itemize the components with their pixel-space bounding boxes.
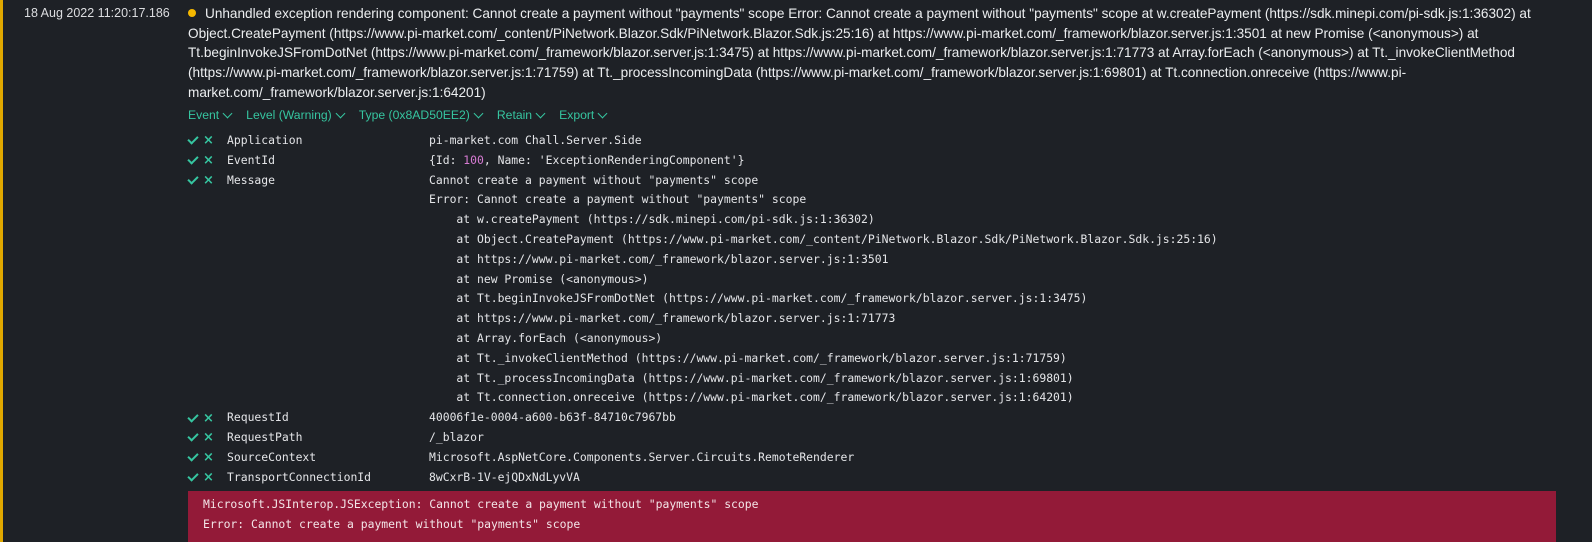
property-row-requestpath: × RequestPath /_blazor (187, 428, 1218, 448)
chevron-down-icon (222, 108, 233, 118)
event-timestamp: 18 Aug 2022 11:20:17.186 (24, 6, 170, 20)
close-icon[interactable]: × (203, 451, 214, 464)
property-value: 8wCxrB-1V-ejQDxNdLyvVA (429, 469, 580, 484)
level-menu-label: Level (Warning) (246, 108, 332, 122)
property-value: pi-market.com Chall.Server.Side (429, 133, 642, 147)
property-row-requestid: × RequestId 40006f1e-0004-a600-b63f-8471… (187, 408, 1218, 428)
close-icon[interactable]: × (203, 174, 214, 187)
exception-line: Error: Cannot create a payment without "… (203, 516, 581, 531)
property-value: Cannot create a payment without "payment… (429, 171, 1218, 409)
chevron-down-icon (597, 108, 608, 118)
message-line: at Tt.connection.onreceive (https://www.… (429, 390, 1074, 405)
exception-block: Microsoft.JSInterop.JSException: Cannot … (188, 491, 1556, 542)
message-line: at Object.CreatePayment (https://www.pi-… (429, 231, 1218, 246)
check-icon[interactable] (187, 470, 199, 482)
property-value: /_blazor (429, 429, 484, 444)
check-icon[interactable] (187, 133, 199, 146)
property-row-transportconnectionid: × TransportConnectionId 8wCxrB-1V-ejQDxN… (187, 468, 1218, 488)
log-event[interactable]: 18 Aug 2022 11:20:17.186 Unhandled excep… (0, 0, 1592, 542)
event-toolbar: Event Level (Warning) Type (0x8AD50EE2) … (188, 108, 608, 122)
eventid-name-string: 'ExceptionRenderingComponent' (538, 152, 738, 167)
message-line: at Tt.beginInvokeJSFromDotNet (https://w… (429, 291, 1088, 306)
level-menu-button[interactable]: Level (Warning) (246, 108, 346, 122)
property-value: Microsoft.AspNetCore.Components.Server.C… (429, 449, 855, 464)
eventid-mid: , Name: (483, 152, 539, 167)
event-properties: × Application pi-market.com Chall.Server… (187, 131, 1218, 488)
property-filter-actions: × (187, 171, 227, 191)
event-menu-button[interactable]: Event (188, 108, 233, 122)
property-row-eventid: × EventId {Id: 100, Name: 'ExceptionRend… (187, 151, 1218, 171)
property-name: SourceContext (227, 449, 317, 464)
event-menu-label: Event (188, 108, 220, 122)
eventid-close: } (737, 152, 745, 167)
property-row-message: × Message Cannot create a payment withou… (187, 171, 1218, 409)
message-line: Error: Cannot create a payment without "… (429, 192, 807, 207)
message-line: at Tt._invokeClientMethod (https://www.p… (429, 350, 1067, 365)
property-value: 40006f1e-0004-a600-b63f-84710c7967bb (429, 410, 676, 425)
message-line: Cannot create a payment without "payment… (429, 172, 759, 187)
property-name: TransportConnectionId (227, 469, 372, 484)
check-icon[interactable] (187, 153, 199, 165)
retain-menu-button[interactable]: Retain (496, 108, 546, 122)
message-line: at w.createPayment (https://sdk.minepi.c… (429, 212, 875, 227)
property-row-application: × Application pi-market.com Chall.Server… (187, 131, 1218, 151)
check-icon[interactable] (187, 410, 199, 423)
message-line: at Array.forEach (<anonymous>) (429, 330, 663, 345)
property-row-sourcecontext: × SourceContext Microsoft.AspNetCore.Com… (187, 448, 1218, 468)
property-filter-actions: × (187, 468, 227, 488)
eventid-id-number: 100 (463, 152, 484, 167)
property-filter-actions: × (187, 408, 227, 428)
message-line: at https://www.pi-market.com/_framework/… (429, 251, 889, 266)
event-message: Unhandled exception rendering component:… (188, 6, 1531, 100)
export-menu-button[interactable]: Export (559, 108, 608, 122)
property-name: Message (227, 172, 276, 187)
check-icon[interactable] (187, 173, 199, 185)
close-icon[interactable]: × (203, 431, 214, 444)
eventid-open: {Id: (429, 152, 464, 167)
close-icon[interactable]: × (203, 471, 214, 484)
check-icon[interactable] (187, 430, 199, 443)
property-filter-actions: × (187, 131, 227, 151)
close-icon[interactable]: × (203, 412, 214, 425)
chevron-down-icon (335, 108, 346, 118)
close-icon[interactable]: × (203, 154, 214, 167)
property-filter-actions: × (187, 151, 227, 171)
property-name: RequestId (227, 410, 289, 425)
close-icon[interactable]: × (203, 134, 214, 147)
property-filter-actions: × (187, 448, 227, 468)
type-menu-button[interactable]: Type (0x8AD50EE2) (358, 108, 484, 122)
exception-line: Microsoft.JSInterop.JSException: Cannot … (203, 497, 759, 511)
export-menu-label: Export (559, 108, 595, 122)
property-name: Application (227, 133, 303, 147)
property-name: EventId (227, 152, 276, 167)
check-icon[interactable] (187, 450, 199, 462)
message-line: at Tt._processIncomingData (https://www.… (429, 370, 1074, 385)
property-name: RequestPath (227, 429, 303, 444)
chevron-down-icon (473, 108, 484, 118)
chevron-down-icon (535, 108, 546, 118)
message-line: at new Promise (<anonymous>) (429, 271, 649, 286)
property-filter-actions: × (187, 428, 227, 448)
type-menu-label: Type (0x8AD50EE2) (358, 108, 470, 122)
message-line: at https://www.pi-market.com/_framework/… (429, 311, 896, 326)
property-value: {Id: 100, Name: 'ExceptionRenderingCompo… (429, 151, 744, 171)
retain-menu-label: Retain (496, 108, 533, 122)
